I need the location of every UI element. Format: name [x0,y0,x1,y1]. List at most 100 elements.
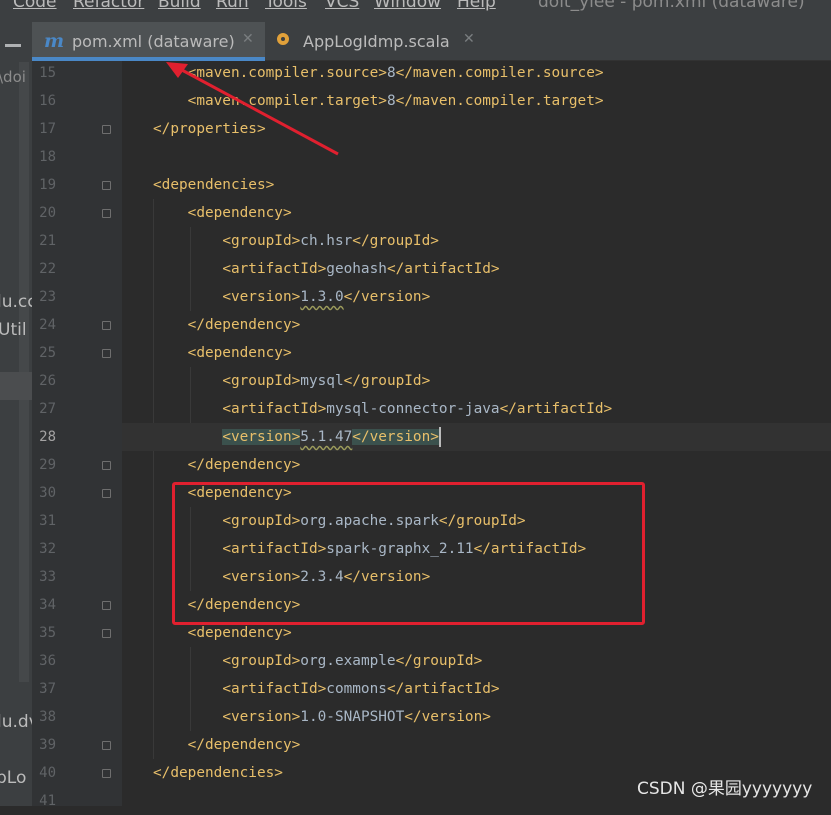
xml-value [153,373,222,389]
xml-tag: <dependencies> [153,177,275,193]
xml-value [153,429,222,445]
line-number: 37 [39,681,56,697]
code-line[interactable]: <maven.compiler.source>8</maven.compiler… [153,59,604,87]
menu-refactor[interactable]: Refactor [73,0,144,12]
code-line[interactable]: <artifactId>geohash</artifactId> [153,255,499,283]
menu-run[interactable]: Run [216,0,249,12]
line-number: 28 [39,429,56,445]
menu-build[interactable]: Build [158,0,201,12]
code-line[interactable]: <artifactId>mysql-connector-java</artifa… [153,395,612,423]
code-line[interactable]: </dependency> [153,731,301,759]
menu-window[interactable]: Window [374,0,441,12]
xml-value [153,737,188,753]
fold-marker-icon[interactable] [102,321,111,330]
fold-marker-icon[interactable] [102,489,111,498]
fold-marker-icon[interactable] [102,461,111,470]
xml-tag: <artifactId> [222,261,327,277]
xml-tag: </groupId> [395,653,483,669]
fold-marker-icon[interactable] [102,601,111,610]
menu-help[interactable]: Help [457,0,496,12]
xml-tag: </version> [404,709,491,725]
code-line[interactable]: </dependency> [153,451,301,479]
line-number: 33 [39,569,56,585]
code-line[interactable]: <version>5.1.47</version> [153,423,441,451]
menu-code[interactable]: Code [13,0,57,12]
line-number: 25 [39,345,56,361]
code-line[interactable]: <dependencies> [153,171,274,199]
fold-marker-icon[interactable] [102,629,111,638]
xml-value: mysql-connector-java [326,401,500,417]
xml-value [153,289,222,305]
xml-value [153,65,188,81]
close-icon[interactable]: ✕ [463,31,475,47]
xml-tag: </dependency> [187,317,301,333]
xml-value-warning: 1.3.0 [300,289,344,305]
xml-value: org.example [300,653,396,669]
tree-item-cc[interactable]: lu.cc [0,292,32,312]
code-line[interactable]: <artifactId>commons</artifactId> [153,675,500,703]
xml-tag: </version> [343,289,431,305]
xml-tag: <maven.compiler.source> [187,65,387,81]
line-number: 34 [39,597,56,613]
line-number: 19 [39,177,56,193]
xml-tag: </artifactId> [386,681,500,697]
line-number: 21 [39,233,56,249]
fold-marker-icon[interactable] [102,181,111,190]
xml-tag: </artifactId> [499,401,613,417]
tree-item-util[interactable]: Util [0,320,27,340]
tree-item-applo[interactable]: pLo [0,768,26,788]
code-line[interactable]: <groupId>ch.hsr</groupId> [153,227,439,255]
xml-tag: </properties> [153,121,266,137]
xml-value [153,93,188,109]
xml-tag: </groupId> [343,373,431,389]
highlight-box [172,482,645,625]
xml-value: commons [326,681,387,697]
xml-value [153,457,188,473]
xml-tag: <maven.compiler.target> [187,93,387,109]
xml-tag: <version> [222,289,301,305]
tree-item-doit[interactable]: \doi [0,67,26,87]
xml-tag: </maven.compiler.source> [395,65,604,81]
code-line[interactable]: <dependency> [153,339,292,367]
xml-value [153,401,222,417]
xml-value: mysql [300,373,344,389]
code-line[interactable]: </dependency> [153,311,301,339]
tree-item-dv[interactable]: lu.dv [0,712,32,732]
xml-value [153,709,222,725]
xml-value: 8 [386,93,396,109]
code-line[interactable]: <groupId>mysql</groupId> [153,367,430,395]
menu-vcs[interactable]: VCS [325,0,359,12]
code-line[interactable]: <maven.compiler.target>8</maven.compiler… [153,87,604,115]
watermark: CSDN @果园yyyyyyy [637,779,813,799]
xml-tag: </dependency> [187,737,301,753]
menu-tools[interactable]: Tools [265,0,307,12]
tab-applogidmp-scala[interactable]: AppLogIdmp.scala ✕ [265,22,485,60]
close-icon[interactable]: ✕ [242,31,254,47]
line-number: 40 [39,765,56,781]
fold-marker-icon[interactable] [102,349,111,358]
collapse-panel-icon[interactable] [5,44,21,47]
code-line[interactable]: <version>1.3.0</version> [153,283,430,311]
fold-marker-icon[interactable] [102,769,111,778]
xml-tag: <dependency> [187,345,292,361]
xml-tag: <artifactId> [222,681,327,697]
line-number: 16 [39,93,56,109]
line-number: 32 [39,541,56,557]
fold-marker-icon[interactable] [102,125,111,134]
xml-value [153,261,222,277]
code-line[interactable]: <version>1.0-SNAPSHOT</version> [153,703,491,731]
fold-marker-icon[interactable] [102,209,111,218]
xml-tag: <groupId> [222,653,301,669]
code-line[interactable]: </properties> [153,115,266,143]
xml-tag: <version> [222,709,301,725]
code-line[interactable]: </dependencies> [153,759,283,787]
code-line[interactable]: <groupId>org.example</groupId> [153,647,482,675]
tab-pom-xml[interactable]: m pom.xml (dataware) ✕ [32,22,265,61]
tree-selection-highlight [0,372,32,400]
xml-value [153,233,222,249]
line-number: 26 [39,373,56,389]
line-number: 41 [39,793,56,809]
maven-m-icon: m [44,30,65,52]
code-line[interactable]: <dependency> [153,199,292,227]
fold-marker-icon[interactable] [102,741,111,750]
